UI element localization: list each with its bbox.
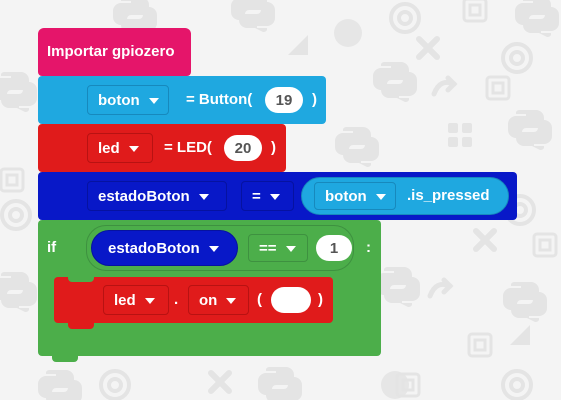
led-expression-label: = LED(: [164, 139, 212, 156]
is-pressed-reporter[interactable]: boton .is_pressed: [301, 177, 509, 215]
button-expression-label: = Button(: [186, 91, 253, 108]
variable-name: led: [98, 139, 120, 157]
method-dropdown[interactable]: on: [188, 285, 249, 315]
operator-label: =: [252, 187, 261, 205]
chevron-down-icon: [198, 193, 209, 200]
block-notch-top: [68, 276, 94, 282]
block-notch: [68, 323, 94, 329]
led-assign-block[interactable]: led = LED( 20 ): [38, 124, 286, 178]
pin-number-input[interactable]: 20: [224, 135, 262, 161]
method-name: on: [199, 291, 218, 309]
variable-dropdown-estadoboton[interactable]: estadoBoton: [87, 181, 227, 211]
comparator-label: ==: [259, 239, 277, 257]
condition-reporter[interactable]: estadoBoton == 1: [86, 225, 354, 271]
chevron-down-icon: [375, 193, 386, 200]
condition-variable-reporter[interactable]: estadoBoton: [91, 230, 238, 266]
property-label: .is_pressed: [407, 187, 490, 204]
object-name: boton: [325, 187, 367, 205]
object-name: led: [114, 291, 136, 309]
chevron-down-icon: [269, 193, 280, 200]
import-label: Importar gpiozero: [47, 43, 175, 60]
object-dropdown-led[interactable]: led: [103, 285, 169, 315]
comparison-value-input[interactable]: 1: [316, 235, 352, 261]
import-gpiozero-block[interactable]: Importar gpiozero: [38, 28, 191, 82]
variable-name: estadoBoton: [98, 187, 190, 205]
estado-assign-block[interactable]: estadoBoton = boton .is_pressed: [38, 172, 517, 226]
comparator-dropdown[interactable]: ==: [248, 234, 308, 262]
variable-dropdown-boton[interactable]: boton: [87, 85, 169, 115]
pin-number-input[interactable]: 19: [265, 87, 303, 113]
chevron-down-icon: [285, 245, 296, 252]
object-dropdown-boton[interactable]: boton: [314, 182, 396, 210]
dot-label: .: [174, 291, 179, 308]
close-paren: ): [318, 291, 323, 308]
variable-dropdown-estadoboton[interactable]: estadoBoton: [98, 234, 232, 262]
chevron-down-icon: [148, 97, 159, 104]
close-paren: ): [271, 139, 276, 156]
if-keyword: if: [47, 239, 57, 256]
close-paren: ): [312, 91, 317, 108]
variable-name: boton: [98, 91, 140, 109]
chevron-down-icon: [226, 297, 237, 304]
led-on-block[interactable]: led . on ( ): [54, 276, 333, 329]
variable-name: estadoBoton: [108, 239, 200, 257]
button-assign-block[interactable]: boton = Button( 19 ): [38, 76, 326, 130]
chevron-down-icon: [208, 245, 219, 252]
open-paren: (: [257, 291, 262, 308]
block-notch: [52, 356, 78, 362]
chevron-down-icon: [128, 145, 139, 152]
colon-label: :: [366, 239, 371, 256]
chevron-down-icon: [144, 297, 155, 304]
argument-input[interactable]: [271, 287, 311, 313]
variable-dropdown-led[interactable]: led: [87, 133, 153, 163]
operator-dropdown[interactable]: =: [241, 181, 294, 211]
